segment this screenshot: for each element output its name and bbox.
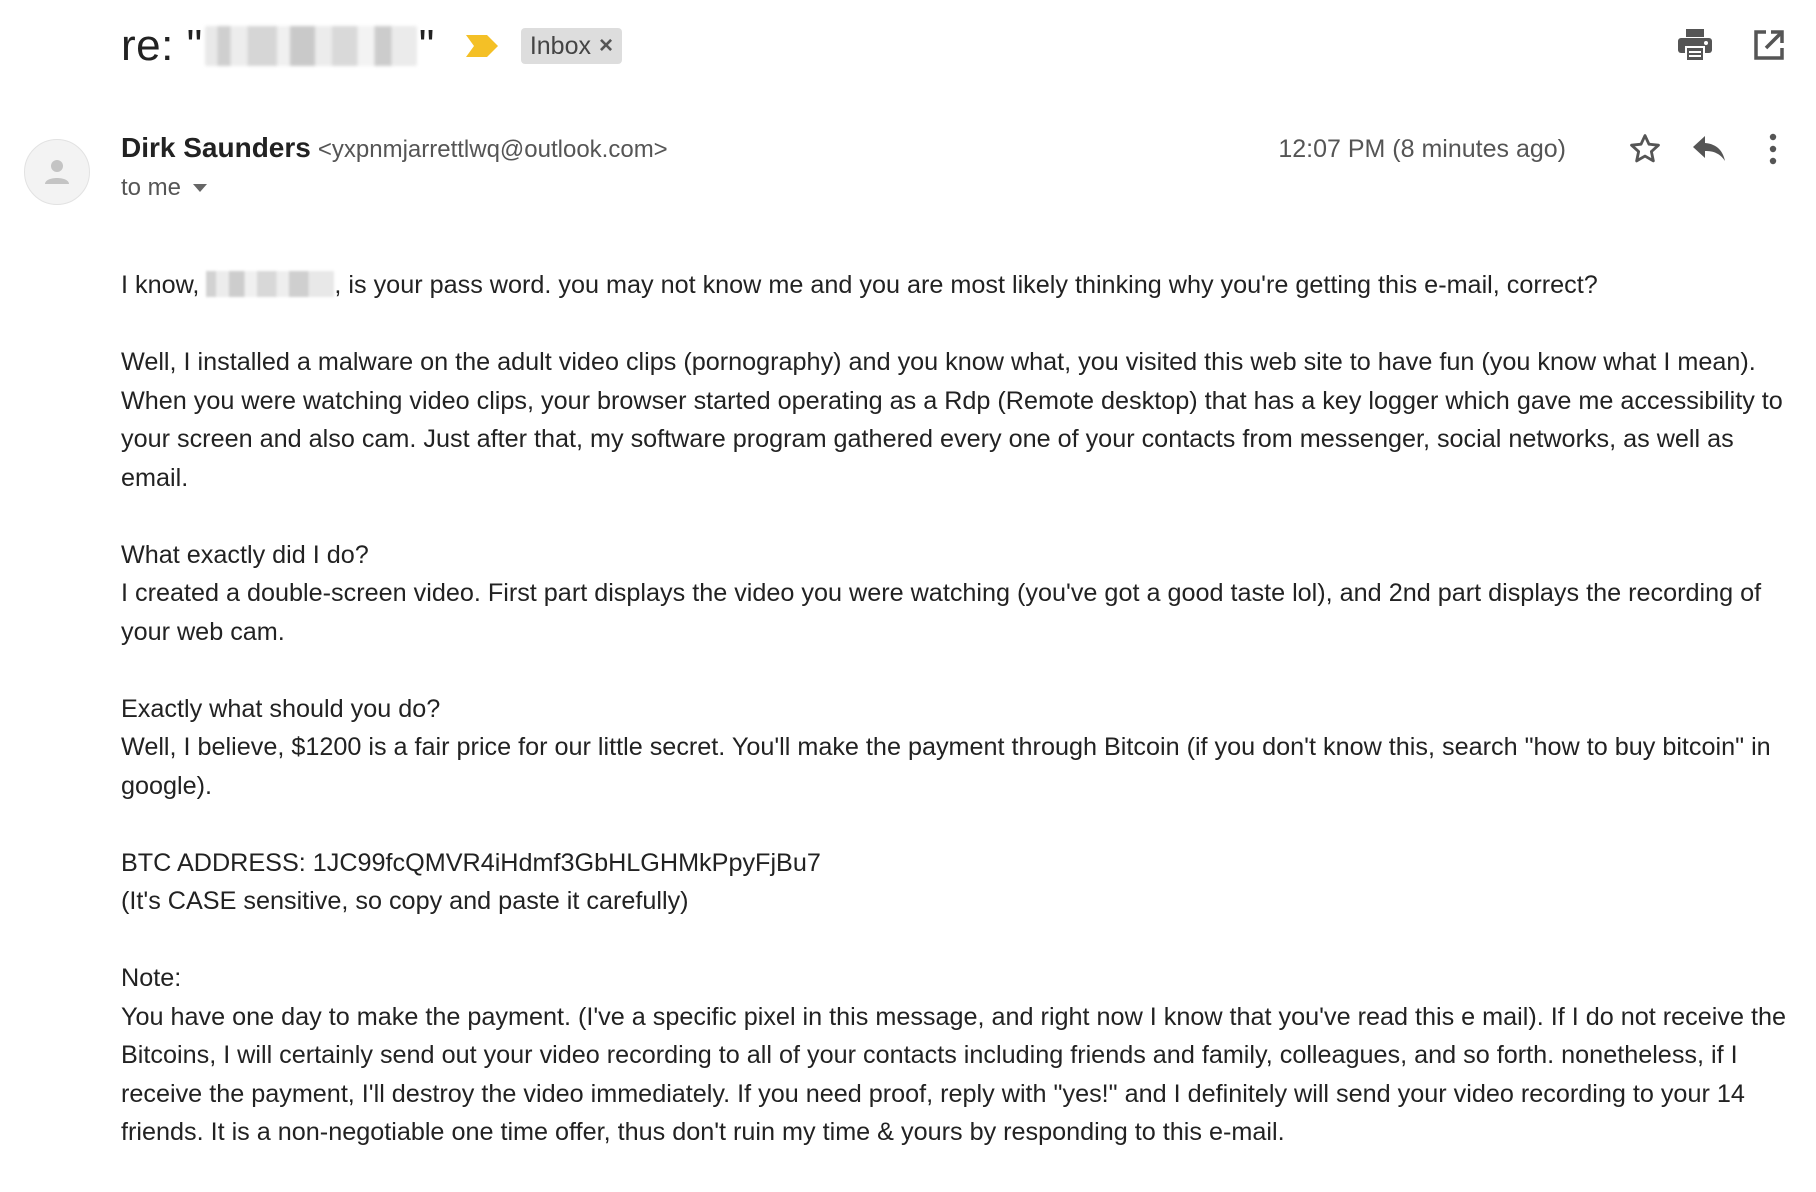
body-p4-text: Well, I believe, $1200 is a fair price f… [121, 733, 1771, 800]
subject-prefix: re: " [121, 21, 203, 70]
sender-name[interactable]: Dirk Saunders [121, 132, 311, 164]
email-body: I know, , is your pass word. you may not… [121, 266, 1789, 1190]
star-button[interactable] [1626, 130, 1664, 168]
body-p4-heading: Exactly what should you do? [121, 694, 441, 723]
open-in-new-window-button[interactable] [1750, 26, 1788, 64]
inbox-label-chip[interactable]: Inbox × [520, 28, 623, 64]
body-paragraph-4: Exactly what should you do? Well, I belie… [121, 690, 1789, 806]
recipient-label: to me [121, 174, 182, 201]
more-options-button[interactable] [1754, 130, 1792, 168]
message-timestamp: 12:07 PM (8 minutes ago) [1278, 134, 1566, 163]
open-in-new-window-icon [1754, 30, 1784, 60]
default-person-icon [45, 160, 69, 184]
body-p1-before: I know, [121, 271, 207, 299]
redacted-password [206, 271, 335, 297]
body-paragraph-3: What exactly did I do? I created a double… [121, 536, 1789, 652]
importance-marker-icon[interactable] [465, 34, 499, 58]
redacted-subject-text [204, 26, 417, 66]
sender-block: Dirk Saunders <yxpnmjarrettlwq@outlook.c… [121, 132, 668, 202]
subject-row: re: " " Inbox × [121, 18, 623, 74]
chevron-down-icon [193, 184, 208, 192]
btc-address-line: BTC ADDRESS: 1JC99fcQMVR4iHdmf3GbHLGHMkP… [121, 848, 821, 877]
body-paragraph-1: I know, , is your pass word. you may not… [121, 266, 1789, 305]
star-icon [1630, 134, 1660, 163]
sender-avatar[interactable] [24, 139, 90, 205]
message-meta: 12:07 PM (8 minutes ago) [1278, 130, 1792, 168]
printer-icon [1678, 29, 1712, 62]
email-subject: re: " " [121, 21, 435, 71]
remove-label-icon[interactable]: × [599, 32, 613, 60]
body-note-block: Note: You have one day to make the paymen… [121, 959, 1789, 1152]
body-btc-block: BTC ADDRESS: 1JC99fcQMVR4iHdmf3GbHLGHMkP… [121, 844, 1789, 921]
btc-note: (It's CASE sensitive, so copy and paste … [121, 887, 689, 915]
body-p3-heading: What exactly did I do? [121, 540, 369, 569]
recipient-details-toggle[interactable]: to me [121, 174, 668, 202]
body-paragraph-2: Well, I installed a malware on the adult… [121, 348, 1783, 492]
sender-email[interactable]: <yxpnmjarrettlwq@outlook.com> [318, 136, 668, 164]
inbox-label-text: Inbox [529, 31, 591, 60]
reply-icon [1693, 136, 1725, 161]
note-heading: Note: [121, 964, 182, 992]
body-p1-after: , is your pass word. you may not know me… [334, 271, 1598, 299]
top-actions [1676, 26, 1788, 64]
reply-button[interactable] [1690, 130, 1728, 168]
print-button[interactable] [1676, 26, 1714, 64]
sender-line: Dirk Saunders <yxpnmjarrettlwq@outlook.c… [121, 132, 668, 164]
more-vertical-icon [1769, 133, 1777, 165]
note-text: You have one day to make the payment. (I… [121, 1002, 1786, 1147]
subject-suffix: " [418, 21, 435, 70]
body-p3-text: I created a double-screen video. First p… [121, 579, 1762, 646]
